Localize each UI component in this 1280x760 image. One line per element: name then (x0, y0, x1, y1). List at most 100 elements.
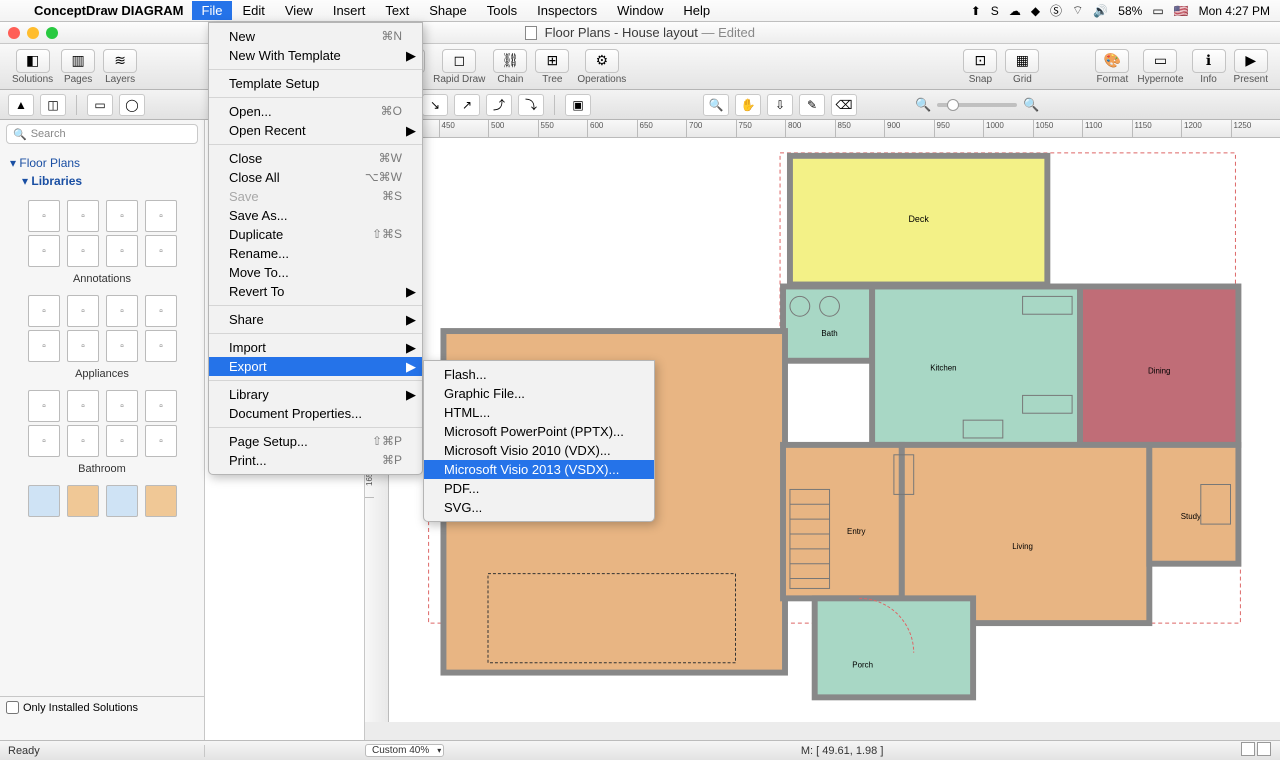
library-item[interactable] (106, 485, 138, 517)
toolbar-solutions[interactable]: ◧Solutions (8, 49, 57, 85)
library-item[interactable]: ▫ (106, 330, 138, 362)
toolbar-button[interactable]: ≋ (103, 49, 137, 73)
library-item[interactable]: ▫ (145, 295, 177, 327)
menu-item-move-to-[interactable]: Move To... (209, 263, 422, 282)
library-item[interactable]: ▫ (67, 425, 99, 457)
status-icon[interactable]: ⬆ (971, 4, 981, 18)
toolbar-info[interactable]: ℹInfo (1188, 49, 1230, 85)
toolbar-layers[interactable]: ≋Layers (99, 49, 141, 85)
library-item[interactable]: ▫ (106, 235, 138, 267)
library-item[interactable]: ▫ (145, 390, 177, 422)
toolbar-hypernote[interactable]: ▭Hypernote (1133, 49, 1187, 85)
menu-item-close-all[interactable]: Close All⌥⌘W (209, 168, 422, 187)
export-item-flash-[interactable]: Flash... (424, 365, 654, 384)
toolbar-button[interactable]: ▥ (61, 49, 95, 73)
menu-edit[interactable]: Edit (232, 1, 274, 20)
library-item[interactable]: ▫ (67, 235, 99, 267)
export-item-pdf-[interactable]: PDF... (424, 479, 654, 498)
library-item[interactable]: ▫ (67, 390, 99, 422)
menu-item-library[interactable]: Library▶ (209, 385, 422, 404)
toolbar-chain[interactable]: ⛓Chain (489, 49, 531, 85)
toolbar-pages[interactable]: ▥Pages (57, 49, 99, 85)
library-item[interactable]: ▫ (28, 425, 60, 457)
flag-icon[interactable]: 🇺🇸 (1174, 4, 1189, 18)
menu-item-import[interactable]: Import▶ (209, 338, 422, 357)
library-item[interactable]: ▫ (106, 390, 138, 422)
menu-item-revert-to[interactable]: Revert To▶ (209, 282, 422, 301)
menu-item-export[interactable]: Export▶ (209, 357, 422, 376)
zoom-window-button[interactable] (46, 27, 58, 39)
menu-item-close[interactable]: Close⌘W (209, 149, 422, 168)
menu-help[interactable]: Help (673, 1, 720, 20)
tree-child[interactable]: ▾ Libraries (10, 172, 194, 190)
eyedropper-tool[interactable]: ✎ (799, 94, 825, 116)
container-tool[interactable]: ▣ (565, 94, 591, 116)
export-item-graphic-file-[interactable]: Graphic File... (424, 384, 654, 403)
menu-item-save-as-[interactable]: Save As... (209, 206, 422, 225)
menu-item-page-setup-[interactable]: Page Setup...⇧⌘P (209, 432, 422, 451)
menu-item-rename-[interactable]: Rename... (209, 244, 422, 263)
menu-item-print-[interactable]: Print...⌘P (209, 451, 422, 470)
connector-tool[interactable]: ↘ (422, 94, 448, 116)
eraser-tool[interactable]: ⌫ (831, 94, 857, 116)
library-item[interactable]: ▫ (28, 295, 60, 327)
skype-icon[interactable]: Ⓢ (1050, 2, 1062, 19)
status-icon[interactable]: ☁ (1009, 4, 1021, 18)
toolbar-button[interactable]: ⊡ (963, 49, 997, 73)
menu-insert[interactable]: Insert (323, 1, 376, 20)
library-item[interactable]: ▫ (106, 200, 138, 232)
menu-inspectors[interactable]: Inspectors (527, 1, 607, 20)
connector-tool[interactable]: ⤴ (486, 94, 512, 116)
tool[interactable]: ⇩ (767, 94, 793, 116)
select-tool[interactable]: ◫ (40, 94, 66, 116)
toolbar-button[interactable]: ▶ (1234, 49, 1268, 73)
toolbar-tree[interactable]: ⊞Tree (531, 49, 573, 85)
library-item[interactable] (28, 485, 60, 517)
toolbar-present[interactable]: ▶Present (1230, 49, 1272, 85)
page-nav[interactable] (1240, 742, 1280, 759)
menu-item-new-with-template[interactable]: New With Template▶ (209, 46, 422, 65)
menu-item-duplicate[interactable]: Duplicate⇧⌘S (209, 225, 422, 244)
library-item[interactable]: ▫ (28, 200, 60, 232)
status-icon[interactable]: S (991, 4, 999, 18)
library-item[interactable]: ▫ (28, 235, 60, 267)
zoom-select[interactable]: Custom 40% (365, 744, 444, 757)
menu-text[interactable]: Text (375, 1, 419, 20)
toolbar-button[interactable]: ⛓ (493, 49, 527, 73)
zoom-out-icon[interactable]: 🔍 (915, 97, 931, 113)
toolbar-button[interactable]: ▦ (1005, 49, 1039, 73)
library-item[interactable]: ▫ (67, 200, 99, 232)
library-item[interactable]: ▫ (67, 330, 99, 362)
library-search-input[interactable]: 🔍 Search (6, 124, 198, 144)
menu-file[interactable]: File (192, 1, 233, 20)
connector-tool[interactable]: ↗ (454, 94, 480, 116)
toolbar-format[interactable]: 🎨Format (1091, 49, 1133, 85)
menu-item-new[interactable]: New⌘N (209, 27, 422, 46)
library-item[interactable]: ▫ (106, 295, 138, 327)
only-installed-checkbox[interactable] (6, 701, 19, 714)
toolbar-button[interactable]: ℹ (1192, 49, 1226, 73)
library-item[interactable]: ▫ (145, 200, 177, 232)
zoom-slider[interactable]: 🔍 🔍 (915, 97, 1039, 113)
export-item-microsoft-powerpoint-pptx-[interactable]: Microsoft PowerPoint (PPTX)... (424, 422, 654, 441)
menu-shape[interactable]: Shape (419, 1, 477, 20)
ellipse-tool[interactable]: ◯ (119, 94, 145, 116)
library-item[interactable]: ▫ (28, 390, 60, 422)
close-window-button[interactable] (8, 27, 20, 39)
wifi-icon[interactable]: ⌔ (1072, 3, 1083, 18)
rect-tool[interactable]: ▭ (87, 94, 113, 116)
toolbar-operations[interactable]: ⚙Operations (573, 49, 630, 85)
library-item[interactable]: ▫ (145, 425, 177, 457)
toolbar-rapid-draw[interactable]: ◻Rapid Draw (429, 49, 489, 85)
menu-item-share[interactable]: Share▶ (209, 310, 422, 329)
menu-item-document-properties-[interactable]: Document Properties... (209, 404, 422, 423)
toolbar-button[interactable]: ⚙ (585, 49, 619, 73)
library-item[interactable]: ▫ (145, 235, 177, 267)
volume-icon[interactable]: 🔊 (1093, 4, 1108, 18)
zoom-tool[interactable]: 🔍 (703, 94, 729, 116)
menu-view[interactable]: View (275, 1, 323, 20)
toolbar-grid[interactable]: ▦Grid (1001, 49, 1043, 85)
export-item-microsoft-visio-vsdx-[interactable]: Microsoft Visio 2013 (VSDX)... (424, 460, 654, 479)
menu-window[interactable]: Window (607, 1, 673, 20)
toolbar-snap[interactable]: ⊡Snap (959, 49, 1001, 85)
